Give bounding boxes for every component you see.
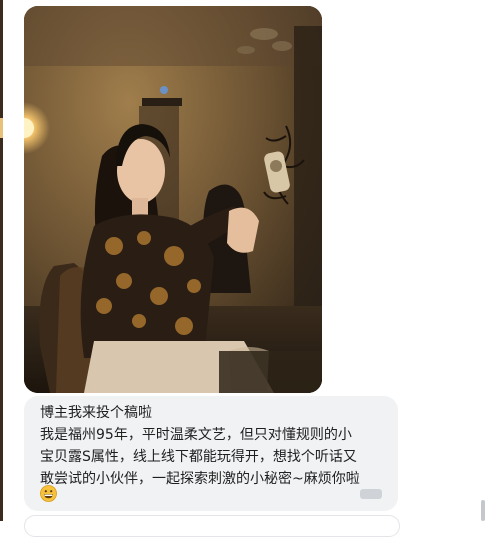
message-line-4: 敢尝试的小伙伴，一起探索刺激的小秘密~麻烦你啦 <box>40 471 360 487</box>
message-line-2: 我是福州95年，平时温柔文艺，但只对懂规则的小 <box>40 427 352 443</box>
message-text: 博主我来投个稿啦 我是福州95年，平时温柔文艺，但只对懂规则的小 宝贝露S属性，… <box>40 402 390 490</box>
edge-light <box>0 118 3 138</box>
message-line-3: 宝贝露S属性，线上线下都能玩得开，想找个听话又 <box>40 449 357 465</box>
photo-illustration <box>24 6 322 393</box>
scrollbar-thumb[interactable] <box>481 500 485 521</box>
message-line-1: 博主我来投个稿啦 <box>40 405 152 421</box>
message-timestamp <box>360 489 382 499</box>
message-photo[interactable] <box>24 6 322 393</box>
left-edge-strip <box>0 0 3 521</box>
grinning-face-icon <box>40 485 57 502</box>
next-message-bubble <box>24 515 400 537</box>
